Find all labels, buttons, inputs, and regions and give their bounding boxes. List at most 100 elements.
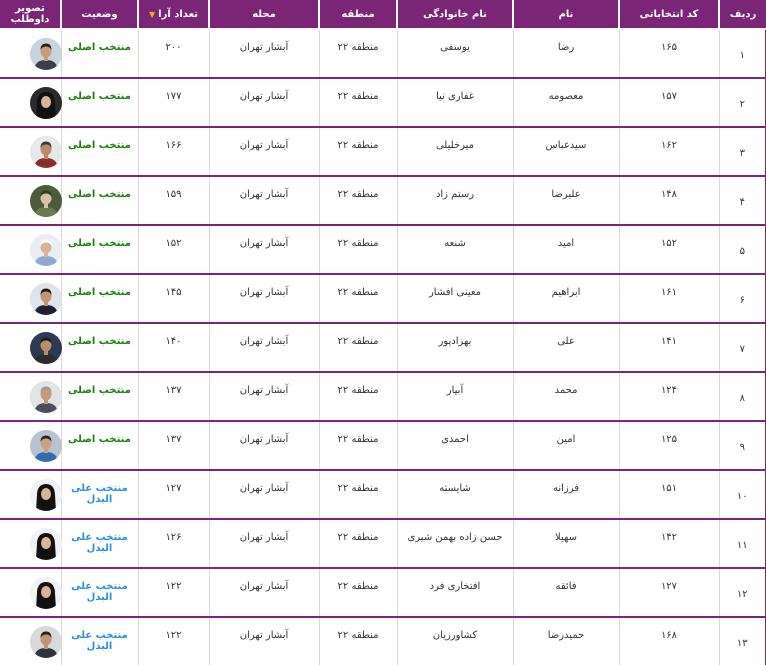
cell-last: معینی افشار [396,274,513,324]
cell-region: منطقه ۲۲ [318,519,397,569]
cell-photo [0,225,62,275]
cell-status: منتخب اصلی [60,78,138,128]
cell-text-first: معصومه [548,91,584,102]
candidate-avatar[interactable] [30,577,62,609]
candidate-avatar[interactable] [30,185,62,217]
table-row[interactable]: ۸ ۱۲۴ محمد آبیار منطقه ۲۲ آبشار تهران ۱۳۷ منتخب… [0,372,766,422]
cell-area: آبشار تهران [208,372,319,422]
header-last-name[interactable]: نام خانوادگی [396,0,513,30]
cell-last: رستم زاد [396,176,513,226]
candidate-avatar[interactable] [30,283,62,315]
cell-first: علیرضا [512,176,619,226]
cell-text-code: ۱۵۱ [660,483,678,494]
header-row-number[interactable]: ردیف [718,0,766,30]
cell-last: آبیار [396,372,513,422]
sort-down-icon[interactable]: ▼ [149,10,155,19]
cell-text-votes: ۱۲۲ [165,630,182,641]
cell-text-votes: ۲۰۰ [165,42,182,53]
table-row[interactable]: ۹ ۱۲۵ امین احمدی منطقه ۲۲ آبشار تهران ۱۳۷ منتخب… [0,421,766,471]
cell-first: فائقه [512,568,619,618]
cell-text-last: غفاری نیا [435,91,475,102]
header-code[interactable]: کد انتخاباتی [618,0,719,30]
candidate-avatar[interactable] [30,626,62,658]
cell-text-last: میرخلیلی [435,140,475,151]
cell-region: منطقه ۲۲ [318,421,397,471]
cell-text-row: ۷ [739,344,745,355]
cell-code: ۱۲۴ [618,372,719,422]
candidate-avatar[interactable] [30,430,62,462]
cell-last: یوسفی [396,29,513,79]
cell-photo [0,323,62,373]
status-badge: منتخب اصلی [68,434,131,445]
cell-text-code: ۱۴۸ [660,189,678,200]
candidate-avatar[interactable] [30,528,62,560]
header-region[interactable]: منطقه [318,0,397,30]
table-row[interactable]: ۶ ۱۶۱ ابراهیم معینی افشار منطقه ۲۲ آبشار تهرا… [0,274,766,324]
candidate-avatar[interactable] [30,381,62,413]
cell-row: ۶ [718,274,766,324]
table-row[interactable]: ۴ ۱۴۸ علیرضا رستم زاد منطقه ۲۲ آبشار تهران ۱۵۹… [0,176,766,226]
table-row[interactable]: ۱۲ ۱۲۷ فائقه افتخاری فرد منطقه ۲۲ آبشار تهران… [0,568,766,618]
cell-status: منتخب اصلی [60,274,138,324]
cell-text-last: افتخاری فرد [429,581,481,592]
cell-text-code: ۱۵۲ [660,238,678,249]
cell-code: ۱۵۲ [618,225,719,275]
table-row[interactable]: ۱۱ ۱۴۲ سهیلا حسن زاده بهمن شیری منطقه ۲۲ آبشا… [0,519,766,569]
cell-code: ۱۴۱ [618,323,719,373]
cell-area: آبشار تهران [208,127,319,177]
candidate-avatar[interactable] [30,136,62,168]
header-first-name[interactable]: نام [512,0,619,30]
table-row[interactable]: ۲ ۱۵۷ معصومه غفاری نیا منطقه ۲۲ آبشار تهران ۱۷… [0,78,766,128]
table-row[interactable]: ۱۰ ۱۵۱ فرزانه شایسته منطقه ۲۲ آبشار تهران ۱۲۷ م… [0,470,766,520]
cell-text-row: ۱۳ [736,638,748,649]
cell-text-area: آبشار تهران [239,140,289,151]
header-photo[interactable]: تصویر داوطلب [0,0,61,30]
candidate-avatar[interactable] [30,332,62,364]
cell-region: منطقه ۲۲ [318,568,397,618]
table-row[interactable]: ۳ ۱۶۲ سیدعباس میرخلیلی منطقه ۲۲ آبشار تهران ۱۶… [0,127,766,177]
header-votes[interactable]: تعداد آرا▼ [137,0,209,30]
cell-text-code: ۱۲۴ [660,385,678,396]
cell-first: حمیدرضا [512,617,619,665]
candidate-avatar[interactable] [30,479,62,511]
header-area[interactable]: محله [208,0,319,30]
cell-first: رضا [512,29,619,79]
cell-code: ۱۶۸ [618,617,719,665]
candidate-avatar[interactable] [30,38,62,70]
cell-votes: ۱۷۷ [137,78,209,128]
cell-text-row: ۶ [739,295,745,306]
cell-photo [0,29,62,79]
cell-text-row: ۳ [739,148,745,159]
cell-votes: ۱۵۲ [137,225,209,275]
cell-text-code: ۱۲۷ [660,581,678,592]
table-row[interactable]: ۵ ۱۵۲ امید شنعه منطقه ۲۲ آبشار تهران ۱۵۲ منتخب … [0,225,766,275]
cell-photo [0,127,62,177]
cell-votes: ۱۴۰ [137,323,209,373]
table-row[interactable]: ۱ ۱۶۵ رضا یوسفی منطقه ۲۲ آبشار تهران ۲۰۰ منتخب … [0,29,766,79]
cell-status: منتخب اصلی [60,323,138,373]
cell-photo [0,519,62,569]
cell-text-row: ۹ [739,442,745,453]
cell-text-area: آبشار تهران [239,336,289,347]
candidate-avatar[interactable] [30,234,62,266]
cell-photo [0,568,62,618]
cell-first: معصومه [512,78,619,128]
cell-text-area: آبشار تهران [239,287,289,298]
candidate-avatar[interactable] [30,87,62,119]
cell-last: کشاورزیان [396,617,513,665]
cell-votes: ۱۲۷ [137,470,209,520]
cell-text-region: منطقه ۲۲ [337,189,379,200]
cell-text-area: آبشار تهران [239,238,289,249]
status-badge: منتخب اصلی [68,287,131,298]
cell-first: امید [512,225,619,275]
cell-text-region: منطقه ۲۲ [337,287,379,298]
cell-last: افتخاری فرد [396,568,513,618]
header-status[interactable]: وضعیت [60,0,138,30]
cell-photo [0,617,62,665]
cell-text-code: ۱۲۵ [660,434,678,445]
cell-text-region: منطقه ۲۲ [337,336,379,347]
cell-text-area: آبشار تهران [239,385,289,396]
table-row[interactable]: ۱۳ ۱۶۸ حمیدرضا کشاورزیان منطقه ۲۲ آبشار تهران… [0,617,766,665]
table-row[interactable]: ۷ ۱۴۱ علی بهزادپور منطقه ۲۲ آبشار تهران ۱۴۰ منت… [0,323,766,373]
cell-text-votes: ۱۷۷ [165,91,182,102]
